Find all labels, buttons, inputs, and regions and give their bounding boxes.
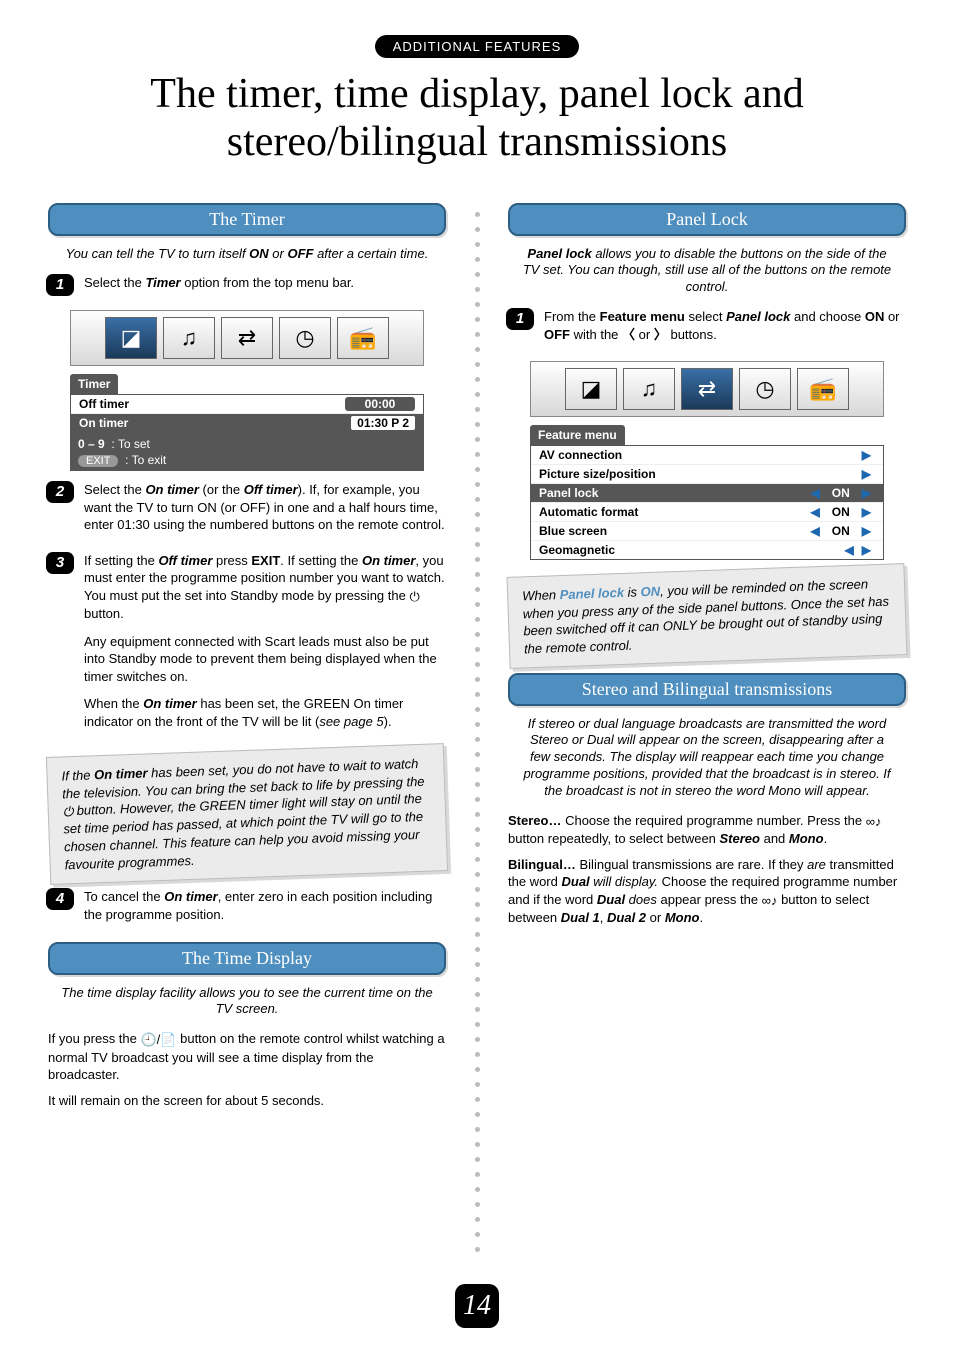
- right-arrow-icon: ▶: [858, 467, 875, 481]
- menu-icon-row-right: ◪ ♫ ⇄ ◷ 📻: [530, 361, 884, 417]
- stereo-para: Stereo… Choose the required programme nu…: [508, 812, 906, 848]
- menu-icon-row: ◪ ♫ ⇄ ◷ 📻: [70, 310, 424, 366]
- timer-menu-footer: 0 – 9 : To set EXIT : To exit: [70, 433, 424, 471]
- timer-step-2: 2 Select the On timer (or the Off timer)…: [46, 481, 448, 544]
- right-arrow-icon: ▶: [858, 505, 875, 519]
- feature-row-label: Geomagnetic: [539, 543, 615, 557]
- feature-row-label: Blue screen: [539, 524, 607, 538]
- settings-icon: ⇄: [221, 317, 273, 359]
- sound-icon: ♫: [623, 368, 675, 410]
- section-pill: ADDITIONAL FEATURES: [375, 35, 580, 58]
- left-arrow-icon: ◀: [841, 543, 858, 557]
- feature-row-label: AV connection: [539, 448, 622, 462]
- timer-intro: You can tell the TV to turn itself ON or…: [60, 246, 434, 263]
- picture-icon: ◪: [105, 317, 157, 359]
- page-title: The timer, time display, panel lock and …: [60, 70, 894, 167]
- timer-step-4: 4 To cancel the On timer, enter zero in …: [46, 888, 448, 933]
- timer-heading: The Timer: [48, 203, 446, 236]
- broadcast-icon: 📻: [797, 368, 849, 410]
- left-column: The Timer You can tell the TV to turn it…: [40, 197, 454, 1257]
- header-bar: ADDITIONAL FEATURES: [0, 0, 954, 58]
- stereo-heading: Stereo and Bilingual transmissions: [508, 673, 906, 706]
- stereo-mode-icon: ∞♪: [762, 892, 778, 910]
- right-arrow-icon: 〉: [654, 327, 667, 342]
- standby-icon: ⏻: [409, 588, 419, 606]
- time-display-p1: If you press the 🕘/📄 button on the remot…: [48, 1030, 446, 1083]
- right-arrow-icon: ▶: [858, 486, 875, 500]
- timer-step-3: 3 If setting the Off timer press EXIT. I…: [46, 552, 448, 741]
- clock-text-icon: 🕘/📄: [141, 1031, 177, 1049]
- step-number: 1: [46, 274, 74, 296]
- feature-menu-row: Picture size/position ▶: [531, 465, 883, 484]
- feature-row-label: Panel lock: [539, 486, 598, 500]
- right-arrow-icon: ▶: [858, 448, 875, 462]
- sound-icon: ♫: [163, 317, 215, 359]
- step-number: 1: [506, 308, 534, 330]
- stereo-intro: If stereo or dual language broadcasts ar…: [520, 716, 894, 800]
- feature-menu: Feature menu AV connection▶Picture size/…: [530, 425, 884, 560]
- timer-icon: ◷: [739, 368, 791, 410]
- time-display-heading: The Time Display: [48, 942, 446, 975]
- right-column: Panel Lock Panel lock allows you to disa…: [500, 197, 914, 1257]
- feature-row-value: ▶: [858, 467, 875, 481]
- feature-menu-title: Feature menu: [530, 425, 625, 445]
- picture-icon: ◪: [565, 368, 617, 410]
- column-divider: for(let i=0;i<70;i++)document.write('<di…: [472, 197, 482, 1257]
- left-arrow-icon: ◀: [807, 486, 824, 500]
- on-timer-row: On timer 01:30 P 2: [71, 414, 423, 432]
- panel-lock-heading: Panel Lock: [508, 203, 906, 236]
- feature-row-label: Automatic format: [539, 505, 638, 519]
- right-arrow-icon: ▶: [858, 543, 875, 557]
- timer-step-1: 1 Select the Timer option from the top m…: [46, 274, 448, 302]
- feature-menu-row: AV connection ▶: [531, 446, 883, 465]
- left-arrow-icon: ◀: [807, 524, 824, 538]
- right-arrow-icon: ▶: [858, 524, 875, 538]
- timer-menu-title: Timer: [70, 374, 118, 394]
- time-display-p2: It will remain on the screen for about 5…: [48, 1092, 446, 1110]
- feature-row-value: ◀ON▶: [807, 486, 875, 500]
- feature-menu-row: Panel lock ◀ON▶: [531, 484, 883, 503]
- bilingual-para: Bilingual… Bilingual transmissions are r…: [508, 856, 906, 927]
- page-number: 14: [455, 1284, 499, 1328]
- feature-menu-row: Geomagnetic ◀▶: [531, 541, 883, 559]
- time-display-intro: The time display facility allows you to …: [60, 985, 434, 1019]
- feature-row-value: ◀ON▶: [807, 505, 875, 519]
- feature-row-value: ▶: [858, 448, 875, 462]
- stereo-mode-icon: ∞♪: [866, 813, 882, 831]
- left-arrow-icon: ◀: [807, 505, 824, 519]
- timer-menu: Timer Off timer 00:00 On timer 01:30 P 2…: [70, 374, 424, 471]
- step-number: 4: [46, 888, 74, 910]
- settings-icon: ⇄: [681, 368, 733, 410]
- panel-lock-step-1: 1 From the Feature menu select Panel loc…: [506, 308, 908, 353]
- step-number: 2: [46, 481, 74, 503]
- feature-row-value: ◀ON▶: [807, 524, 875, 538]
- panel-lock-note: When Panel lock is ON, you will be remin…: [507, 563, 908, 669]
- broadcast-icon: 📻: [337, 317, 389, 359]
- feature-row-label: Picture size/position: [539, 467, 656, 481]
- left-arrow-icon: 〈: [622, 327, 635, 342]
- off-timer-row: Off timer 00:00: [71, 395, 423, 414]
- on-timer-note: If the On timer has been set, you do not…: [46, 743, 448, 885]
- step-number: 3: [46, 552, 74, 574]
- feature-menu-row: Automatic format ◀ON▶: [531, 503, 883, 522]
- timer-icon: ◷: [279, 317, 331, 359]
- panel-lock-intro: Panel lock allows you to disable the but…: [520, 246, 894, 297]
- feature-row-value: ◀▶: [841, 543, 875, 557]
- feature-menu-row: Blue screen ◀ON▶: [531, 522, 883, 541]
